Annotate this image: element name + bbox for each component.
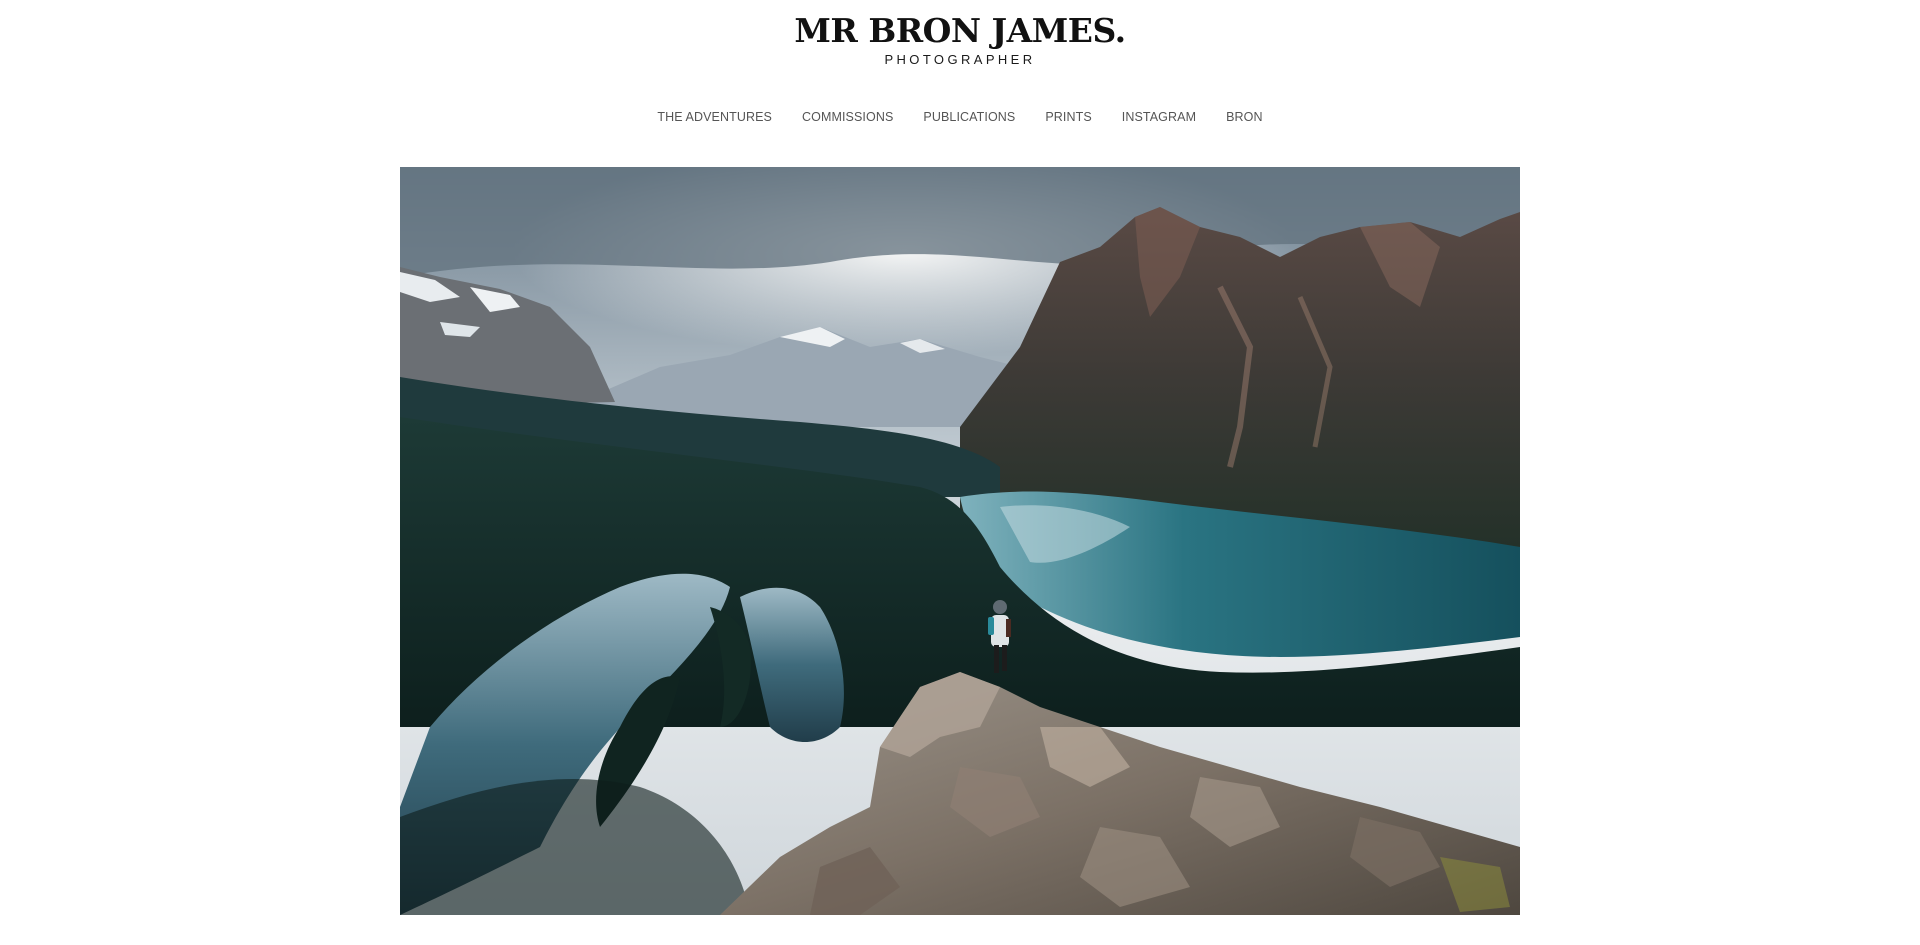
nav-item-publications[interactable]: PUBLICATIONS — [908, 106, 1030, 128]
nav-item-commissions[interactable]: COMMISSIONS — [787, 106, 908, 128]
main-nav: THE ADVENTURES COMMISSIONS PUBLICATIONS … — [0, 106, 1920, 128]
nav-item-instagram[interactable]: INSTAGRAM — [1107, 106, 1211, 128]
nav-item-the-adventures[interactable]: THE ADVENTURES — [642, 106, 787, 128]
nav-item-bron[interactable]: BRON — [1211, 106, 1278, 128]
hero-landscape-image — [400, 167, 1520, 915]
hero-photo[interactable] — [400, 167, 1520, 915]
site-subtitle: PHOTOGRAPHER — [884, 52, 1036, 67]
page-bottom-edge — [0, 939, 1920, 945]
nav-item-prints[interactable]: PRINTS — [1030, 106, 1106, 128]
site-title[interactable]: MR BRON JAMES. — [0, 10, 1920, 52]
